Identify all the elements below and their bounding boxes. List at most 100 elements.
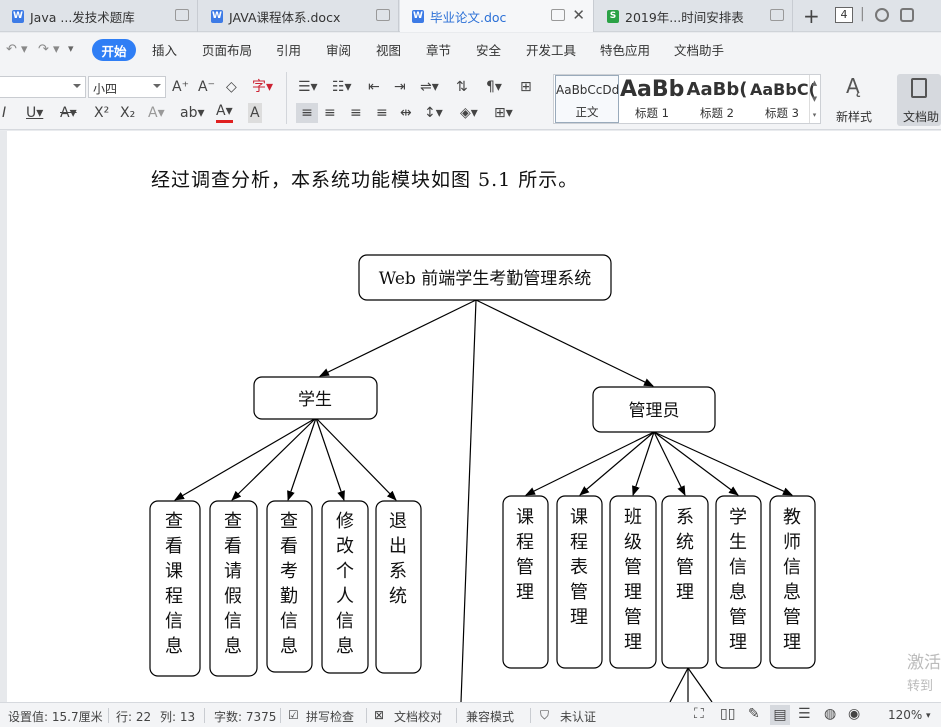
style-heading3[interactable]: AaBbC( 标题 3 (750, 75, 814, 123)
page-view-icon[interactable]: ▤ (770, 705, 790, 725)
text-effect-icon[interactable]: A▾ (148, 103, 165, 123)
document-tab-bar: W Java ...发技术题库 W JAVA课程体系.docx W 毕业论文.d… (0, 0, 941, 32)
highlight-icon[interactable]: ab▾ (180, 103, 205, 123)
strikethrough-icon[interactable]: A▾ (60, 103, 77, 123)
arrow-student-child (287, 417, 317, 501)
show-marks-icon[interactable]: ¶▾ (486, 77, 502, 97)
root-node-label: Web 前端学生考勤管理系统 (379, 269, 591, 289)
reading-mode-icon[interactable]: ▯▯ (720, 706, 735, 722)
activation-watermark: 激活 (907, 653, 941, 673)
table-grid-icon[interactable]: ⊞ (520, 77, 532, 97)
arrow-admin-child (653, 431, 793, 496)
menu-security[interactable]: 安全 (476, 40, 501, 59)
chevron-down-icon (153, 84, 161, 92)
menu-chapter[interactable]: 章节 (426, 40, 451, 59)
menu-references[interactable]: 引用 (276, 40, 301, 59)
styles-scroll-icon[interactable]: ▲ ▼ ▾ (809, 75, 819, 123)
window-icon[interactable] (175, 9, 189, 21)
window-icon[interactable] (376, 9, 390, 21)
bullet-list-icon[interactable]: ☰▾ (298, 77, 318, 97)
line-root-down (460, 299, 477, 702)
menu-page-layout[interactable]: 页面布局 (202, 40, 252, 59)
word-count[interactable]: 字数: 7375 (214, 708, 276, 725)
style-heading1[interactable]: AaBb 标题 1 (620, 75, 684, 123)
menu-doc-helper[interactable]: 文档助手 (674, 40, 724, 59)
sync-icon[interactable] (875, 8, 889, 22)
style-name: 标题 3 (765, 106, 799, 120)
menu-special-apps[interactable]: 特色应用 (600, 40, 650, 59)
menu-insert[interactable]: 插入 (152, 40, 177, 59)
tab-java-question-bank[interactable]: W Java ...发技术题库 (0, 0, 198, 32)
share-icon[interactable] (900, 8, 914, 22)
status-bar: 设置值: 15.7厘米 行: 22 列: 13 字数: 7375 ☑ 拼写检查 … (0, 702, 941, 727)
align-right-icon[interactable]: ≡ (350, 103, 362, 123)
zoom-level[interactable]: 120% (888, 708, 922, 722)
text-direction-icon[interactable]: ⇌▾ (420, 77, 439, 97)
auth-status[interactable]: 未认证 (560, 708, 596, 725)
setting-value: 设置值: 15.7厘米 (8, 710, 103, 724)
menu-start[interactable]: 开始 (92, 39, 136, 61)
spell-check-icon[interactable]: ☑ (288, 708, 299, 722)
new-style-button[interactable]: 新样式 (836, 108, 872, 125)
font-family-select[interactable] (0, 76, 86, 98)
sort-icon[interactable]: ⇅ (456, 77, 468, 97)
arrow-admin-child (525, 431, 655, 496)
border-icon[interactable]: ⊞▾ (494, 103, 513, 123)
decrease-indent-icon[interactable]: ⇤ (368, 77, 380, 97)
numbered-list-icon[interactable]: ☷▾ (332, 77, 352, 97)
close-tab-icon[interactable]: ✕ (572, 6, 585, 24)
shrink-font-icon[interactable]: A⁻ (198, 77, 215, 97)
phonetic-guide-icon[interactable]: 字▾ (252, 77, 273, 97)
align-center-icon[interactable]: ≡ (324, 103, 336, 123)
ribbon-divider (286, 72, 287, 124)
proofread-button[interactable]: 文档校对 (394, 708, 442, 725)
proofread-icon[interactable]: ⊠ (374, 708, 384, 722)
font-size-select[interactable]: 小四 (88, 76, 166, 98)
superscript-icon[interactable]: X² (94, 103, 109, 123)
arrow-student-child (174, 417, 317, 501)
tab-java-course-system[interactable]: W JAVA课程体系.docx (199, 0, 399, 32)
window-icon[interactable] (770, 9, 784, 21)
column-indicator: 列: 13 (160, 710, 196, 724)
menu-review[interactable]: 审阅 (326, 40, 351, 59)
tab-graduation-thesis[interactable]: W 毕业论文.doc ✕ (400, 0, 594, 32)
subscript-icon[interactable]: X₂ (120, 103, 135, 123)
tab-2019-schedule[interactable]: S 2019年...时间安排表 (595, 0, 793, 32)
undo-icon[interactable]: ↶ ▾ (6, 42, 28, 57)
doc-helper-button[interactable]: 文档助 (897, 74, 941, 126)
web-view-icon[interactable]: ◍ (824, 706, 836, 722)
shading-icon[interactable]: ◈▾ (460, 103, 478, 123)
italic-icon[interactable]: I (2, 103, 6, 123)
underline-icon[interactable]: U▾ (26, 103, 43, 123)
style-name: 标题 1 (635, 106, 669, 120)
font-color-icon[interactable]: A▾ (216, 103, 233, 123)
menu-developer[interactable]: 开发工具 (526, 40, 576, 59)
char-shading-icon[interactable]: A (248, 103, 262, 123)
justify-icon[interactable]: ≡ (376, 103, 388, 123)
redo-icon[interactable]: ↷ ▾ (38, 42, 60, 57)
spell-check-button[interactable]: 拼写检查 (306, 708, 354, 725)
eye-protection-icon[interactable]: ◉ (848, 706, 860, 722)
edit-mode-icon[interactable]: ✎ (748, 706, 760, 722)
writer-doc-icon: W (211, 9, 223, 23)
tab-title: JAVA课程体系.docx (229, 9, 341, 25)
menu-bar: ↶ ▾ ↷ ▾ ▾ 开始 插入 页面布局 引用 审阅 视图 章节 安全 开发工具… (0, 33, 941, 66)
outline-view-icon[interactable]: ☰ (798, 706, 811, 722)
zoom-dropdown-icon[interactable]: ▾ (926, 711, 931, 721)
increase-indent-icon[interactable]: ⇥ (394, 77, 406, 97)
customize-toolbar-icon[interactable]: ▾ (68, 42, 74, 55)
status-divider (366, 708, 367, 723)
style-normal[interactable]: AaBbCcDd 正文 (555, 75, 619, 123)
new-tab-icon[interactable]: + (803, 4, 820, 28)
clear-format-icon[interactable]: ◇ (226, 77, 237, 97)
line-spacing-icon[interactable]: ↕▾ (424, 103, 443, 123)
distribute-icon[interactable]: ⇹ (400, 103, 412, 123)
new-style-icon[interactable]: Ą (846, 74, 860, 98)
grow-font-icon[interactable]: A⁺ (172, 77, 189, 97)
align-left-icon[interactable]: ≡ (296, 103, 318, 123)
menu-view[interactable]: 视图 (376, 40, 401, 59)
fullscreen-icon[interactable]: ⛶ (694, 706, 704, 722)
style-heading2[interactable]: AaBb( 标题 2 (685, 75, 749, 123)
window-icon[interactable] (551, 9, 565, 21)
tab-count-badge[interactable]: 4 (835, 7, 853, 23)
